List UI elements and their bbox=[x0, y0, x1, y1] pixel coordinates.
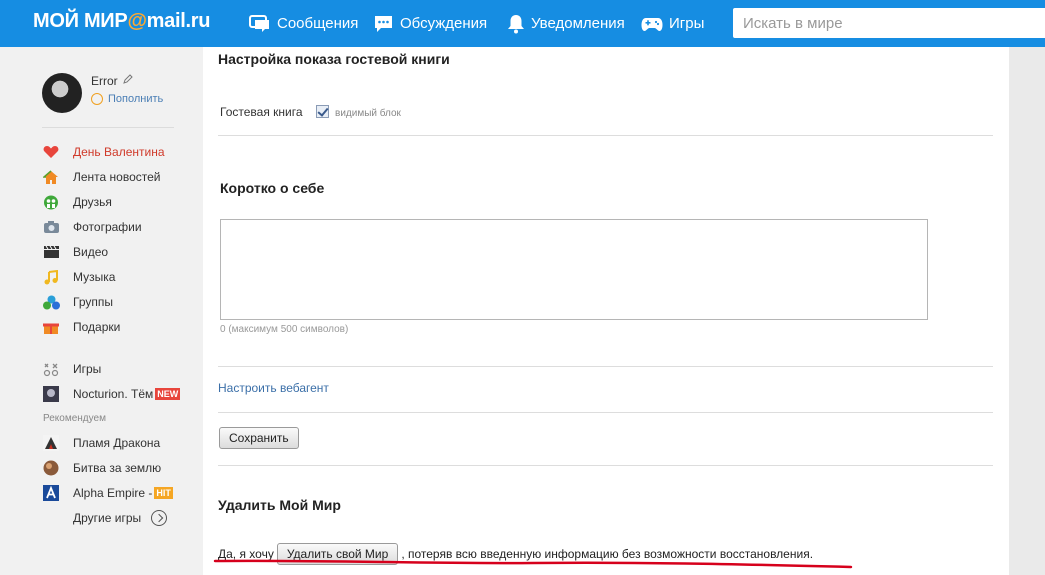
nav-messages[interactable]: Сообщения bbox=[249, 0, 358, 47]
coin-icon bbox=[91, 93, 103, 105]
nav-notifications-label: Уведомления bbox=[531, 15, 625, 32]
game-thumb-icon bbox=[42, 386, 60, 402]
sidebar-item-friends[interactable]: Друзья bbox=[42, 193, 112, 211]
divider bbox=[218, 366, 993, 367]
right-background bbox=[1009, 47, 1045, 575]
replenish-link[interactable]: Пополнить bbox=[108, 93, 163, 105]
visible-block-label: видимый блок bbox=[335, 108, 401, 119]
groups-icon bbox=[42, 294, 60, 310]
sidebar-item-label: Друзья bbox=[73, 195, 112, 209]
sidebar-item-music[interactable]: Музыка bbox=[42, 268, 115, 286]
sidebar-item-gifts[interactable]: Подарки bbox=[42, 318, 120, 336]
char-count: 0 (максимум 500 символов) bbox=[220, 324, 349, 335]
sidebar-item-label: Битва за землю bbox=[73, 461, 162, 475]
camera-icon bbox=[42, 219, 60, 235]
logo[interactable]: МОЙ МИР@mail.ru bbox=[33, 10, 210, 33]
hit-badge: HIT bbox=[154, 487, 173, 499]
chevron-right-icon bbox=[151, 510, 168, 526]
red-underline-annotation bbox=[213, 559, 853, 569]
home-icon bbox=[42, 169, 60, 185]
nav-discussions-label: Обсуждения bbox=[400, 15, 488, 32]
game-thumb-icon bbox=[42, 435, 60, 451]
sidebar-item-label: Группы bbox=[73, 295, 113, 309]
delete-title: Удалить Мой Мир bbox=[218, 497, 341, 513]
sidebar-item-battle-earth[interactable]: Битва за землю bbox=[42, 459, 161, 477]
webagent-link[interactable]: Настроить вебагент bbox=[218, 381, 329, 395]
heart-icon bbox=[42, 144, 60, 160]
sidebar-item-groups[interactable]: Группы bbox=[42, 293, 113, 311]
sidebar-item-label: Подарки bbox=[73, 320, 121, 334]
nav-games-label: Игры bbox=[669, 15, 705, 32]
guestbook-checkbox[interactable] bbox=[316, 105, 329, 118]
about-title: Коротко о себе bbox=[220, 180, 325, 196]
search-input[interactable] bbox=[733, 8, 1045, 38]
gamepad-icon bbox=[641, 17, 663, 31]
sidebar-item-nocturion[interactable]: Nocturion. Тём NEW bbox=[42, 385, 181, 403]
other-games-label: Другие игры bbox=[73, 511, 142, 525]
sidebar-item-label: Музыка bbox=[73, 270, 116, 284]
new-badge: NEW bbox=[155, 388, 181, 400]
game-thumb-icon bbox=[42, 460, 60, 476]
about-textarea[interactable] bbox=[220, 219, 928, 320]
divider bbox=[218, 135, 993, 136]
alpha-icon bbox=[42, 485, 60, 501]
sidebar-item-feed[interactable]: Лента новостей bbox=[42, 168, 161, 186]
sidebar-divider bbox=[42, 127, 174, 128]
sidebar-item-label: Игры bbox=[73, 362, 102, 376]
sidebar-item-dragon-flame[interactable]: Пламя Дракона bbox=[42, 434, 160, 452]
logo-at: @ bbox=[127, 10, 147, 32]
video-icon bbox=[42, 244, 60, 260]
logo-main: МОЙ МИР bbox=[33, 10, 128, 32]
sidebar-item-photos[interactable]: Фотографии bbox=[42, 218, 142, 236]
sidebar-item-label: Nocturion. Тём bbox=[73, 387, 154, 401]
nav-discussions[interactable]: Обсуждения bbox=[373, 0, 487, 47]
guestbook-label: Гостевая книга bbox=[220, 105, 303, 119]
sidebar-item-label: Видео bbox=[73, 245, 109, 259]
friends-icon bbox=[42, 194, 60, 210]
games-icon bbox=[42, 361, 60, 377]
sidebar-item-label: Пламя Дракона bbox=[73, 436, 161, 450]
bell-icon bbox=[508, 14, 524, 33]
sidebar-item-label: Фотографии bbox=[73, 220, 142, 234]
guestbook-title: Настройка показа гостевой книги bbox=[218, 51, 450, 67]
main-content: Настройка показа гостевой книги Гостевая… bbox=[203, 47, 1009, 575]
avatar[interactable] bbox=[42, 73, 82, 113]
divider bbox=[218, 412, 993, 413]
divider bbox=[218, 465, 993, 466]
messages-icon bbox=[249, 14, 269, 32]
music-icon bbox=[42, 269, 60, 285]
sidebar-item-video[interactable]: Видео bbox=[42, 243, 108, 261]
recommend-label: Рекомендуем bbox=[43, 413, 106, 424]
sidebar-item-valentine[interactable]: День Валентина bbox=[42, 143, 165, 161]
sidebar-item-label: День Валентина bbox=[73, 145, 165, 159]
profile-name[interactable]: Error bbox=[91, 74, 118, 88]
sidebar-item-games[interactable]: Игры bbox=[42, 360, 101, 378]
edit-icon[interactable] bbox=[123, 74, 133, 84]
sidebar-item-label: Alpha Empire - bbox=[73, 486, 153, 500]
sidebar: Error Пополнить День Валентина Лента нов… bbox=[0, 47, 203, 575]
sidebar-item-alpha-empire[interactable]: Alpha Empire - HIT bbox=[42, 484, 173, 502]
other-games-link[interactable]: Другие игры bbox=[73, 509, 168, 527]
nav-games[interactable]: Игры bbox=[641, 0, 704, 47]
nav-notifications[interactable]: Уведомления bbox=[507, 0, 625, 47]
save-button[interactable]: Сохранить bbox=[219, 427, 299, 449]
nav-messages-label: Сообщения bbox=[277, 15, 359, 32]
gift-icon bbox=[42, 319, 60, 335]
top-bar: МОЙ МИР@mail.ru Сообщения Обсуждения Уве… bbox=[0, 0, 1045, 47]
discussions-icon bbox=[375, 15, 392, 32]
logo-domain: mail.ru bbox=[146, 10, 211, 32]
sidebar-item-label: Лента новостей bbox=[73, 170, 161, 184]
